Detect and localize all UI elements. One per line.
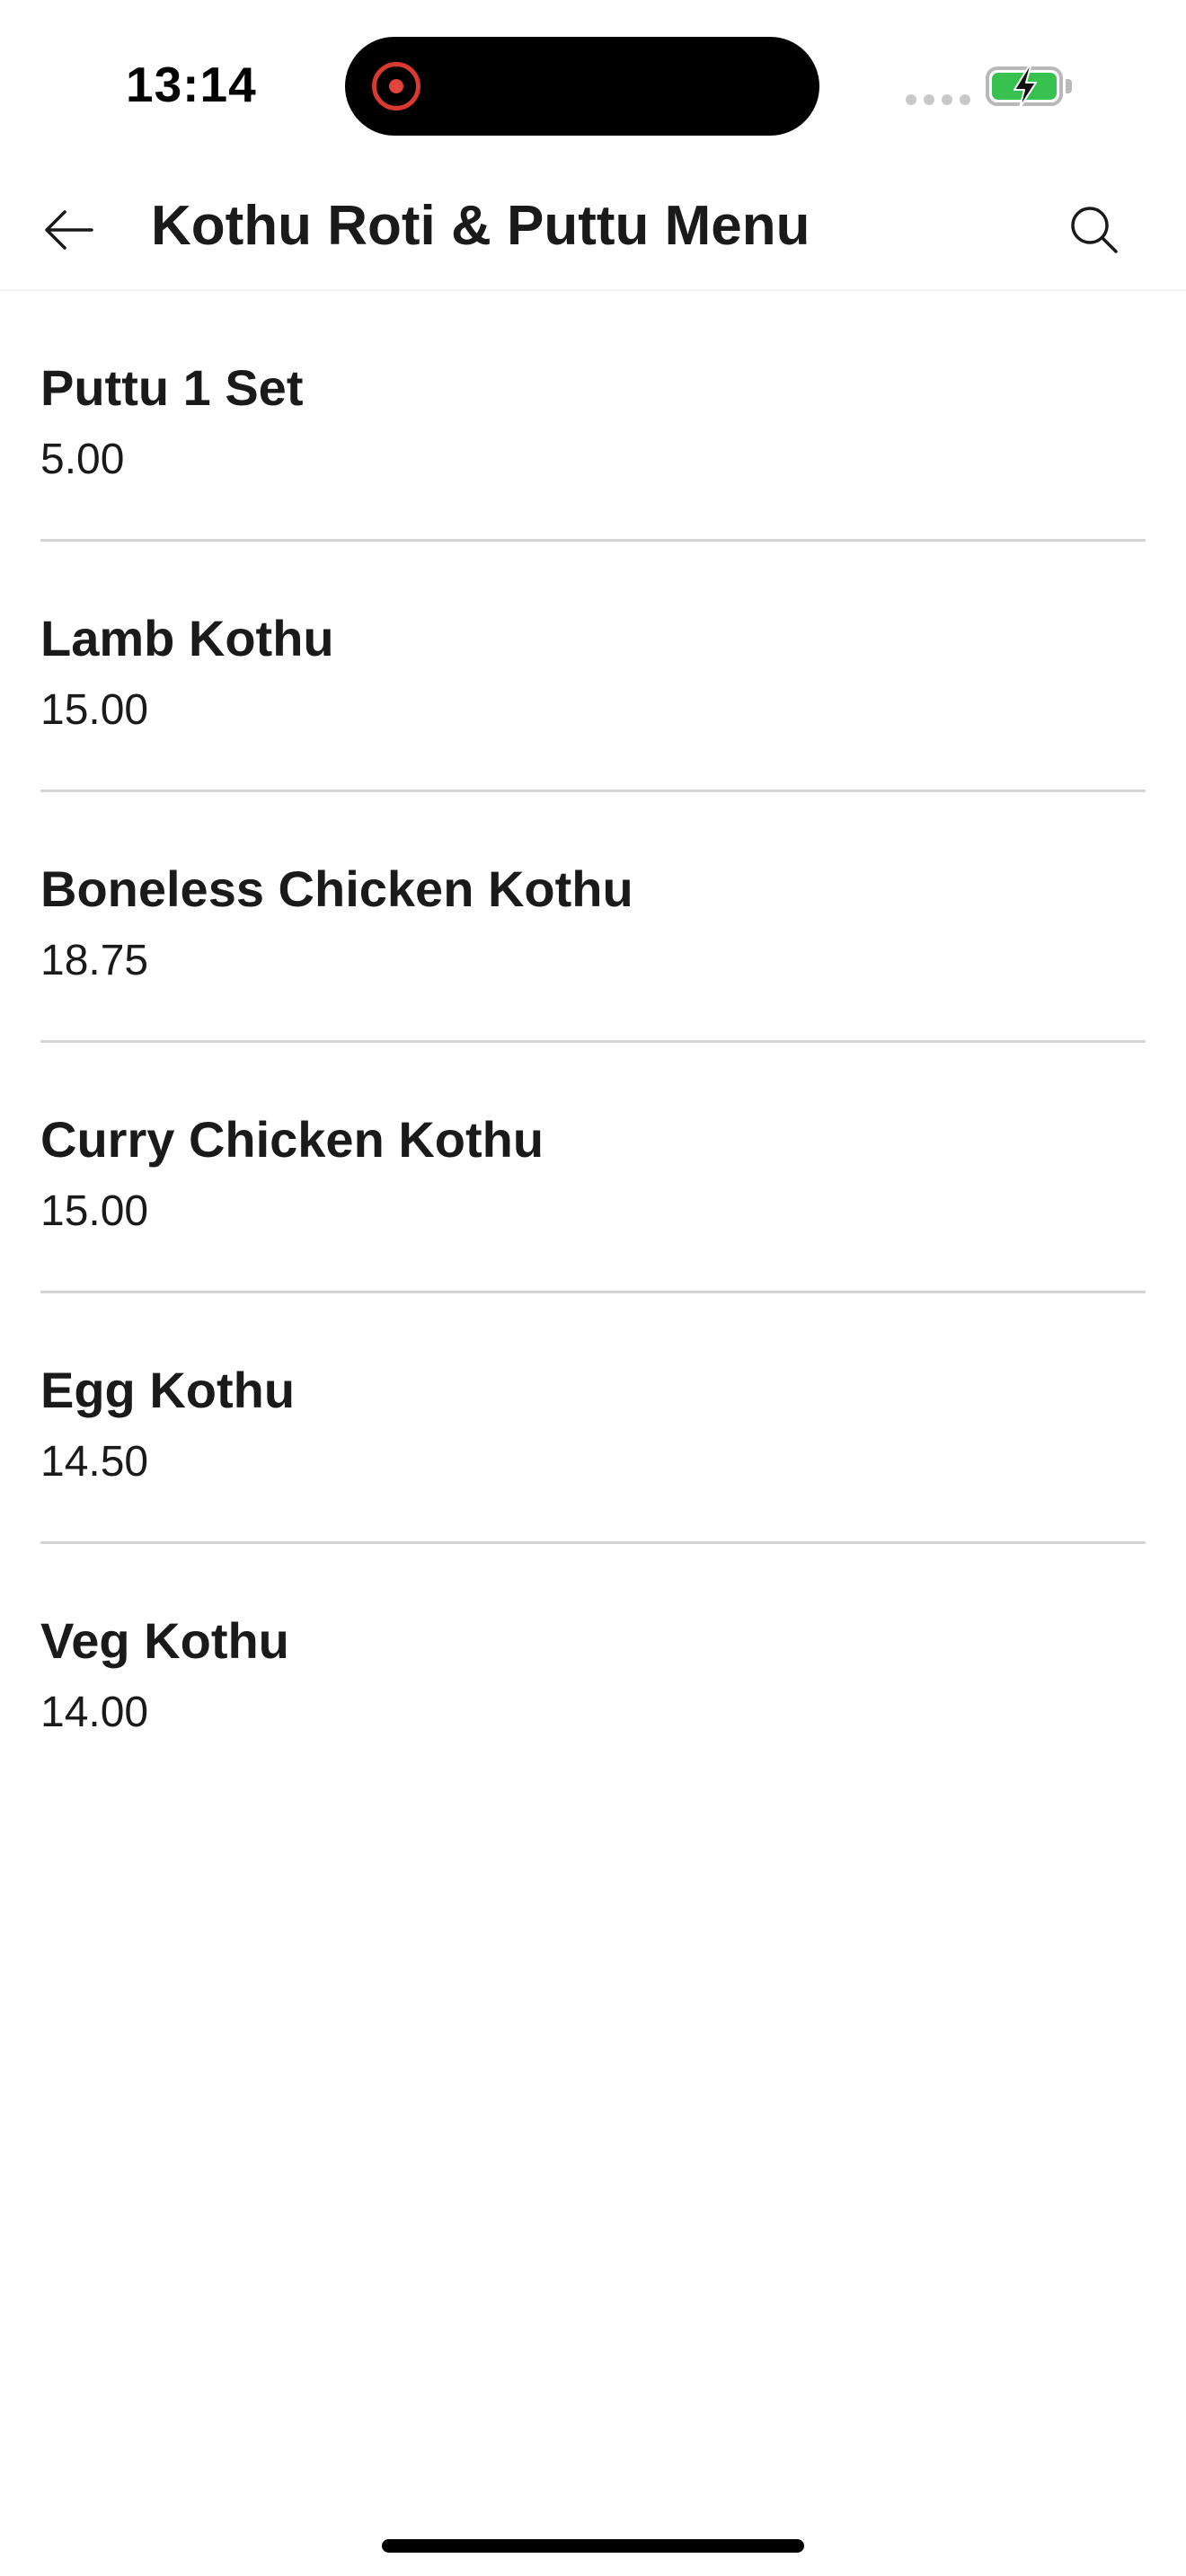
status-bar: 13:14 <box>0 0 1186 171</box>
item-name: Lamb Kothu <box>40 610 334 666</box>
cellular-signal-icon <box>906 94 970 105</box>
item-price: 14.50 <box>40 1438 149 1486</box>
item-price: 5.00 <box>40 436 125 483</box>
item-name: Puttu 1 Set <box>40 359 304 416</box>
menu-item[interactable]: Boneless Chicken Kothu 18.75 <box>40 792 1146 1043</box>
menu-item[interactable]: Veg Kothu 14.00 <box>40 1544 1146 1795</box>
item-name: Egg Kothu <box>40 1362 296 1418</box>
search-button[interactable] <box>1053 189 1136 271</box>
dynamic-island <box>345 37 819 136</box>
menu-item[interactable]: Lamb Kothu 15.00 <box>40 542 1146 792</box>
menu-item[interactable]: Egg Kothu 14.50 <box>40 1293 1146 1544</box>
item-name: Veg Kothu <box>40 1612 289 1669</box>
status-time: 13:14 <box>126 57 257 112</box>
page-title: Kothu Roti & Puttu Menu <box>151 195 810 257</box>
menu-item[interactable]: Puttu 1 Set 5.00 <box>40 291 1146 542</box>
item-price: 15.00 <box>40 1187 149 1235</box>
menu-list: Puttu 1 Set 5.00 Lamb Kothu 15.00 Bonele… <box>40 291 1146 1795</box>
item-price: 18.75 <box>40 937 149 984</box>
battery-cap <box>1066 79 1072 93</box>
recording-indicator-icon <box>372 62 420 110</box>
home-indicator[interactable] <box>382 2539 804 2553</box>
nav-header: Kothu Roti & Puttu Menu <box>0 171 1186 291</box>
item-price: 15.00 <box>40 686 149 734</box>
item-price: 14.00 <box>40 1689 149 1736</box>
menu-item[interactable]: Curry Chicken Kothu 15.00 <box>40 1043 1146 1293</box>
battery-charging-icon <box>986 66 1063 109</box>
search-icon <box>1071 207 1118 253</box>
back-button[interactable] <box>27 189 110 271</box>
item-name: Curry Chicken Kothu <box>40 1111 544 1168</box>
item-name: Boneless Chicken Kothu <box>40 860 633 917</box>
arrow-left-icon <box>45 210 93 250</box>
